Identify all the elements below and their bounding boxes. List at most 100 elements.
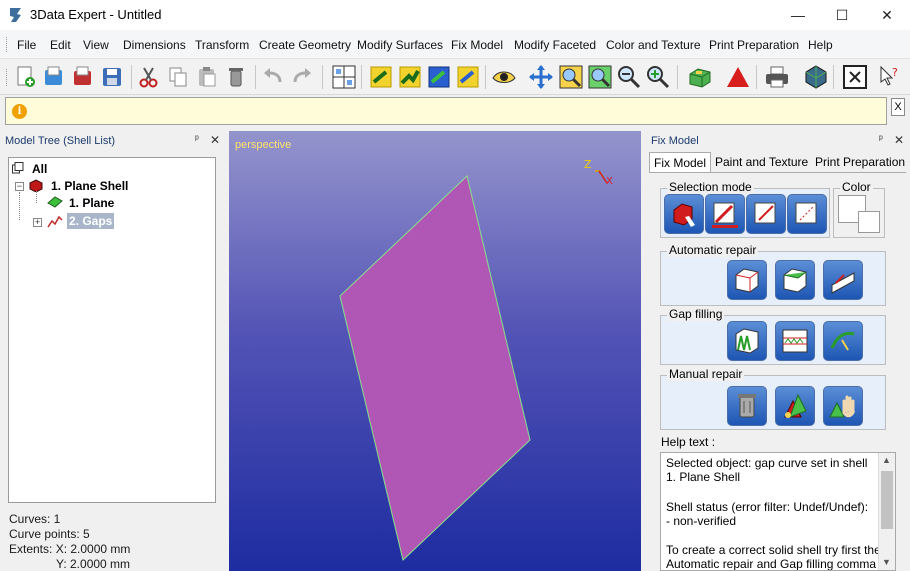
select-surface-icon xyxy=(712,202,738,228)
model-tree: All − 1. Plane Shell 1. Plane + 2. Gaps xyxy=(8,157,216,503)
auto-repair-edges-icon xyxy=(831,272,855,294)
manual-repair-group: Manual repair xyxy=(660,367,886,430)
cut-icon[interactable] xyxy=(136,64,162,90)
menu-color-and-texture[interactable]: Color and Texture xyxy=(606,38,701,52)
import-icon[interactable] xyxy=(70,64,96,90)
tree-root-icon xyxy=(12,162,24,174)
fill-gaps-button[interactable] xyxy=(727,321,767,361)
toolbar-separator xyxy=(361,65,362,89)
manual-hand-button[interactable] xyxy=(823,386,863,426)
zoom-fit-icon[interactable] xyxy=(587,64,613,90)
background-color-swatch[interactable] xyxy=(858,211,880,233)
zoom-out-icon[interactable] xyxy=(616,64,642,90)
create-plane-3-icon[interactable] xyxy=(426,64,452,90)
menu-grip xyxy=(6,37,9,52)
menu-print-preparation[interactable]: Print Preparation xyxy=(709,38,799,52)
undo-icon[interactable] xyxy=(260,64,286,90)
pin-icon[interactable]: ᵖ xyxy=(879,134,883,145)
delete-icon[interactable] xyxy=(223,64,249,90)
fill-gap-curve-icon xyxy=(830,331,855,351)
create-plane-icon[interactable] xyxy=(368,64,394,90)
help-pointer-icon[interactable]: ? xyxy=(877,64,903,90)
triangle-icon[interactable] xyxy=(725,64,751,90)
menu-modify-surfaces[interactable]: Modify Surfaces xyxy=(357,38,443,52)
clear-icon[interactable] xyxy=(842,64,868,90)
manual-repair-label: Manual repair xyxy=(667,367,745,381)
scroll-thumb[interactable] xyxy=(881,471,893,529)
redo-icon[interactable] xyxy=(289,64,315,90)
view-layout-icon[interactable] xyxy=(331,64,357,90)
fill-gap-strip-button[interactable] xyxy=(775,321,815,361)
axis-x-label: X xyxy=(606,176,613,187)
fill-gap-curve-button[interactable] xyxy=(823,321,863,361)
menu-modify-faceted[interactable]: Modify Faceted xyxy=(514,38,596,52)
automatic-repair-label: Automatic repair xyxy=(667,243,759,257)
print-icon[interactable] xyxy=(764,64,790,90)
manual-delete-button[interactable] xyxy=(727,386,767,426)
select-shell-button[interactable] xyxy=(664,194,704,234)
menu-fix-model[interactable]: Fix Model xyxy=(451,38,503,52)
open-icon[interactable] xyxy=(41,64,67,90)
menu-create-geometry[interactable]: Create Geometry xyxy=(259,38,351,52)
menu-dimensions[interactable]: Dimensions xyxy=(123,38,186,52)
help-text-line: Shell status (error filter: Undef/Undef)… xyxy=(666,500,869,514)
hand-icon xyxy=(829,395,855,418)
help-text-box: Selected object: gap curve set in shell … xyxy=(660,452,896,571)
info-bar: i xyxy=(5,97,887,125)
automatic-repair-group: Automatic repair xyxy=(660,243,886,306)
manual-triangle-button[interactable] xyxy=(775,386,815,426)
create-plane-4-icon[interactable] xyxy=(455,64,481,90)
tab-divider xyxy=(649,172,906,173)
paste-icon[interactable] xyxy=(194,64,220,90)
menu-view[interactable]: View xyxy=(83,38,109,52)
copy-icon[interactable] xyxy=(165,64,191,90)
save-icon[interactable] xyxy=(99,64,125,90)
expand-icon[interactable]: + xyxy=(33,218,42,227)
close-pane-icon[interactable]: ✕ xyxy=(210,133,220,147)
color-group: Color xyxy=(833,180,885,238)
toolbar-separator xyxy=(756,65,757,89)
toolbar-grip xyxy=(6,69,9,86)
plane-surface xyxy=(339,175,531,561)
zoom-window-icon[interactable] xyxy=(558,64,584,90)
auto-repair-edges-button[interactable] xyxy=(823,260,863,300)
auto-repair-solid-button[interactable] xyxy=(775,260,815,300)
box-icon[interactable] xyxy=(687,64,713,90)
auto-repair-button[interactable] xyxy=(727,260,767,300)
close-icon[interactable]: ✕ xyxy=(864,0,910,30)
collapse-icon[interactable]: − xyxy=(15,182,24,191)
pan-icon[interactable] xyxy=(528,64,554,90)
pin-icon[interactable]: ᵖ xyxy=(195,134,199,145)
gaps-icon xyxy=(47,215,63,228)
menu-edit[interactable]: Edit xyxy=(50,38,71,52)
zoom-in-icon[interactable] xyxy=(645,64,671,90)
scroll-down-icon[interactable]: ▼ xyxy=(882,557,891,567)
select-surface-button[interactable] xyxy=(705,194,745,234)
info-bar-close-button[interactable]: X xyxy=(891,98,905,116)
maximize-icon[interactable]: ☐ xyxy=(819,0,865,30)
3d-viewport[interactable]: perspective Z X xyxy=(229,131,641,571)
fill-gaps-icon xyxy=(735,328,759,354)
gap-filling-group: Gap filling xyxy=(660,307,886,365)
menu-file[interactable]: File xyxy=(17,38,36,52)
tab-print-preparation[interactable]: Print Preparation xyxy=(811,152,909,172)
minimize-icon[interactable]: — xyxy=(775,0,821,30)
menu-transform[interactable]: Transform xyxy=(195,38,249,52)
menu-help[interactable]: Help xyxy=(808,38,833,52)
tab-paint-and-texture[interactable]: Paint and Texture xyxy=(711,152,812,172)
plane-icon xyxy=(47,196,63,208)
scroll-up-icon[interactable]: ▲ xyxy=(882,455,891,465)
render-icon[interactable] xyxy=(803,64,829,90)
menu-bar: File Edit View Dimensions Transform Crea… xyxy=(0,30,910,59)
close-pane-icon[interactable]: ✕ xyxy=(894,133,904,147)
eye-icon[interactable] xyxy=(491,64,517,90)
select-point-button[interactable] xyxy=(787,194,827,234)
app-logo-icon xyxy=(10,8,21,22)
select-edge-button[interactable] xyxy=(746,194,786,234)
create-plane-2-icon[interactable] xyxy=(397,64,423,90)
help-scrollbar[interactable]: ▲ ▼ xyxy=(878,453,895,570)
tab-fix-model[interactable]: Fix Model xyxy=(649,152,712,172)
fill-gap-strip-icon xyxy=(782,329,808,353)
new-icon[interactable] xyxy=(12,64,38,90)
help-text-line: 1. Plane Shell xyxy=(666,470,741,484)
